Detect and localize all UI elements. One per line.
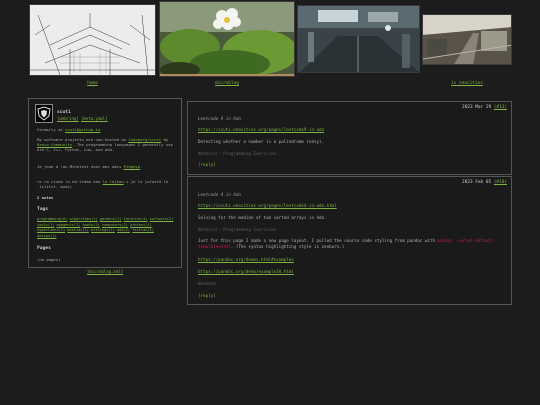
top-image-nav: home microblog is neocities [0, 0, 540, 92]
post-tags: Notes(s): Programming Exercises [198, 151, 277, 156]
pagoda-sketch-image [30, 5, 155, 75]
post-url-link[interactable]: https://scuti.neocities.org/pages/leetco… [198, 203, 498, 209]
post-date: 2023 Feb 05 (#10) [462, 180, 507, 185]
tag-link[interactable]: programming(6) [37, 217, 67, 221]
tag-link[interactable]: arbtest(1) [130, 223, 152, 227]
tag-link[interactable]: fortran(1) [132, 228, 154, 232]
nav-tile-neocities[interactable] [422, 14, 512, 65]
formerly-text: Formerly at scuti@github.io. [37, 127, 175, 132]
post-paragraph: Detecting whether a number is a palindro… [198, 139, 325, 144]
formerly-suffix: . [100, 127, 103, 132]
strawberry-flower-image [160, 2, 294, 76]
profile-name: scuti [57, 110, 71, 115]
formerly-link[interactable]: scuti@github.io [65, 127, 100, 132]
post-card: 2023 Feb 05 (#10) Leetcode 4 in Ada http… [187, 176, 512, 305]
extra-text-a: Just for this page I made a new page lay… [198, 238, 438, 243]
tag-link[interactable]: howto(2) [82, 223, 99, 227]
shield-icon [37, 106, 51, 121]
bio-paragraph-3: ro ra cinba lo ka'itaba kan la lojban.i … [37, 179, 175, 189]
nav-tile-home-caption[interactable]: home [29, 81, 156, 86]
avatar[interactable] [35, 104, 53, 123]
tag-link[interactable]: lectures(4) [124, 217, 148, 221]
post-date: 2023 Mar 29 (#13) [462, 105, 507, 110]
tag-link[interactable]: gardens(1) [100, 217, 122, 221]
formerly-prefix: Formerly at [37, 127, 66, 132]
tag-link[interactable]: adagents(1) [56, 223, 80, 227]
bio-2-text-b: . [140, 164, 143, 169]
post-title: Leetcode 4 in Ada [198, 192, 241, 197]
reply-link[interactable]: [reply] [198, 293, 498, 299]
tag-link[interactable]: ada(2) [117, 228, 130, 232]
nav-tile-microblog-caption[interactable]: microblog [159, 81, 295, 86]
tag-link[interactable]: design(1) [37, 234, 56, 238]
profile-sidebar: scuti [webring] [meta.yaml] Formerly at … [28, 98, 182, 268]
tag-link[interactable]: writings(1) [91, 228, 115, 232]
nav-tile-neocities-caption[interactable]: is neocities [422, 81, 512, 86]
reply-link[interactable]: [reply] [198, 162, 498, 168]
nav-tile-industrial[interactable] [297, 5, 420, 73]
lojban-link[interactable]: la lojban [103, 179, 124, 184]
extra-text-b: . (The syntax highlighting style is zenb… [230, 244, 345, 249]
tags-list: programming(6) algorithms(1) gardens(1) … [37, 217, 175, 239]
post-tags: Notes(s): Programming Exercises [198, 227, 277, 232]
tag-link[interactable]: algorithms(1) [69, 217, 97, 221]
nav-tile-home[interactable] [29, 4, 156, 76]
webring-link[interactable]: [webring] [57, 116, 79, 121]
bio-paragraph-2: Je joue à (au Minetest avec mes amis Pid… [37, 164, 175, 169]
tag-link[interactable]: bestias(1) [67, 228, 89, 232]
industrial-interior-image [298, 6, 419, 72]
post-card: 2023 Mar 29 (#13) Leetcode 9 in Ada http… [187, 101, 512, 175]
tag-link[interactable]: computers(2) [102, 223, 128, 227]
train-station-image [423, 15, 511, 64]
profile-links: [webring] [meta.yaml] [57, 116, 108, 121]
pandoc-demos-link[interactable]: https://pandoc.org/demos.html#examples [198, 257, 498, 263]
tag-link[interactable]: hyperlinks(1) [37, 228, 65, 232]
tags-heading: Tags [37, 207, 49, 212]
post-date-text: 2023 Feb 05 [462, 180, 492, 185]
meta-yaml-link[interactable]: [meta.yaml] [81, 116, 108, 121]
pandoc-example-link[interactable]: https://pandoc.org/demo/example30.html [198, 269, 498, 275]
post-permalink[interactable]: (#13) [494, 105, 507, 110]
post-extra-paragraph: Just for this page I made a new page lay… [198, 238, 498, 250]
pages-heading: Pages [37, 246, 51, 251]
pidgeyb-link[interactable]: Pidgeyb [124, 164, 140, 169]
tag-link[interactable]: software(2) [150, 217, 174, 221]
post-url-link[interactable]: https://scuti.neocities.org/pages/leetco… [198, 127, 498, 133]
post-title: Leetcode 9 in Ada [198, 116, 241, 121]
post-date-text: 2023 Mar 29 [462, 105, 492, 110]
notes-count: 2 notes [37, 195, 54, 200]
post-permalink[interactable]: (#10) [494, 180, 507, 185]
bio-2-text-a: Je joue à (au Minetest avec mes amis [37, 164, 124, 169]
post-paragraph: Solving for the median of two sorted arr… [198, 215, 327, 220]
pages-value: (no pages) [37, 257, 61, 262]
microblog-xml-link[interactable]: [microblog.xml] [28, 269, 182, 274]
nav-tile-microblog[interactable] [159, 1, 295, 77]
post-trailing-note: Weekend [198, 281, 216, 286]
tag-link[interactable]: tools(1) [37, 223, 54, 227]
bio-paragraph-1: My software projects are now hosted on C… [37, 137, 175, 153]
